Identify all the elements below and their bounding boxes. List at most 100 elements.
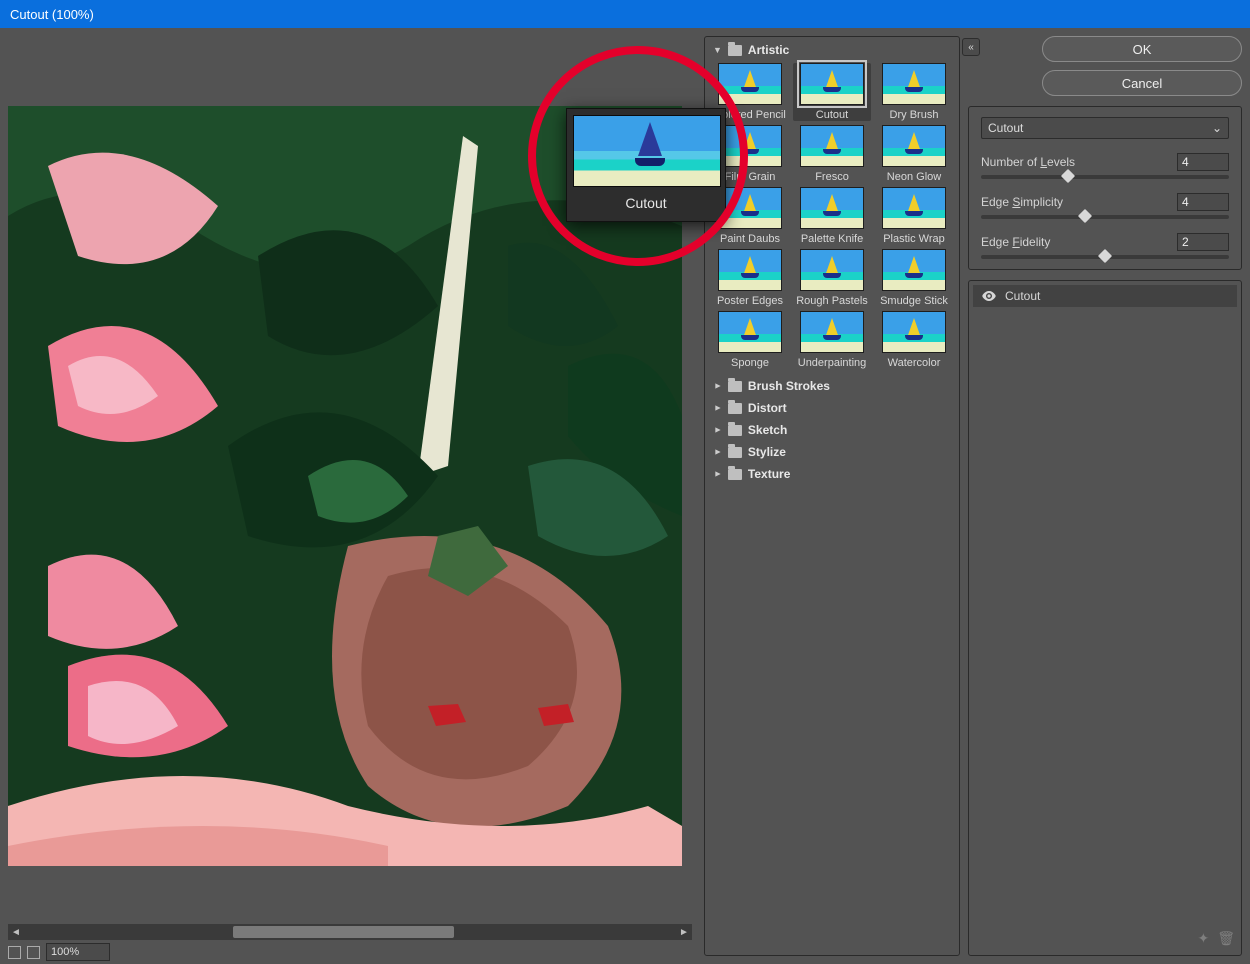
slider-knob[interactable] xyxy=(1078,209,1092,223)
controls-column: « OK Cancel Cutout ⌄ Number of Levels xyxy=(964,28,1250,964)
category-label: Texture xyxy=(748,467,790,481)
param-simplicity-slider[interactable] xyxy=(981,215,1229,219)
filter-thumb-rough-pastels[interactable]: Rough Pastels xyxy=(793,249,871,307)
cancel-button[interactable]: Cancel xyxy=(1042,70,1242,96)
thumb-image xyxy=(882,63,946,105)
thumb-image xyxy=(718,63,782,105)
filter-thumb-neon-glow[interactable]: Neon Glow xyxy=(875,125,953,183)
filter-thumb-fresco[interactable]: Fresco xyxy=(793,125,871,183)
folder-icon xyxy=(728,45,742,56)
filter-gallery-column: ▼ Artistic Colored PencilCutoutDry Brush… xyxy=(700,28,964,964)
thumb-image xyxy=(800,187,864,229)
effect-layer-name: Cutout xyxy=(1005,289,1040,303)
category-artistic-header[interactable]: ▼ Artistic xyxy=(707,39,957,61)
thumb-image xyxy=(718,187,782,229)
folder-icon xyxy=(728,447,742,458)
folder-icon xyxy=(728,425,742,436)
filter-thumb-plastic-wrap[interactable]: Plastic Wrap xyxy=(875,187,953,245)
zoom-out-icon[interactable] xyxy=(8,946,21,959)
scroll-right-arrow-icon[interactable]: ► xyxy=(676,924,692,940)
filter-tooltip: Cutout xyxy=(566,108,726,222)
scroll-left-arrow-icon[interactable]: ◄ xyxy=(8,924,24,940)
category-label: Sketch xyxy=(748,423,787,437)
zoom-in-icon[interactable] xyxy=(27,946,40,959)
disclosure-triangle-icon: ▼ xyxy=(713,45,722,55)
effect-layers-panel: Cutout ✦ 🗑 xyxy=(968,280,1242,956)
param-fidelity-input[interactable] xyxy=(1177,233,1229,251)
thumb-label: Underpainting xyxy=(793,357,871,369)
effect-layers-footer: ✦ 🗑 xyxy=(973,926,1237,951)
visibility-eye-icon[interactable] xyxy=(981,290,997,302)
tooltip-label: Cutout xyxy=(573,195,719,211)
category-label: Brush Strokes xyxy=(748,379,830,393)
filter-thumb-dry-brush[interactable]: Dry Brush xyxy=(875,63,953,121)
filter-thumb-sponge[interactable]: Sponge xyxy=(711,311,789,369)
filter-parameters-panel: Cutout ⌄ Number of Levels Edge Simplicit… xyxy=(968,106,1242,270)
param-levels-input[interactable] xyxy=(1177,153,1229,171)
param-levels-label: Number of Levels xyxy=(981,155,1075,169)
filter-gallery-panel: ▼ Artistic Colored PencilCutoutDry Brush… xyxy=(704,36,960,956)
category-artistic-label: Artistic xyxy=(748,43,789,57)
thumb-label: Dry Brush xyxy=(875,109,953,121)
scrollbar-thumb[interactable] xyxy=(233,926,455,938)
thumb-label: Paint Daubs xyxy=(711,233,789,245)
delete-effect-layer-icon[interactable]: 🗑 xyxy=(1217,930,1235,947)
window-title: Cutout (100%) xyxy=(10,7,94,22)
param-simplicity-input[interactable] xyxy=(1177,193,1229,211)
category-brush-strokes-header[interactable]: ▼Brush Strokes xyxy=(707,375,957,397)
filter-thumb-watercolor[interactable]: Watercolor xyxy=(875,311,953,369)
new-effect-layer-icon[interactable]: ✦ xyxy=(1197,930,1209,947)
folder-icon xyxy=(728,403,742,414)
dialog-buttons: OK Cancel xyxy=(968,36,1242,96)
panel-collapse-icon[interactable]: « xyxy=(962,38,980,56)
category-label: Distort xyxy=(748,401,787,415)
zoom-bar xyxy=(0,940,700,964)
category-sketch-header[interactable]: ▼Sketch xyxy=(707,419,957,441)
preview-pane: Cutout ◄ ► xyxy=(0,28,700,964)
thumb-image xyxy=(882,187,946,229)
thumb-label: Poster Edges xyxy=(711,295,789,307)
slider-knob[interactable] xyxy=(1098,249,1112,263)
thumb-image xyxy=(882,311,946,353)
filter-thumb-underpainting[interactable]: Underpainting xyxy=(793,311,871,369)
app-body: Cutout ◄ ► ▼ Artistic Colored PencilCuto… xyxy=(0,28,1250,964)
disclosure-triangle-icon: ▼ xyxy=(712,470,722,479)
disclosure-triangle-icon: ▼ xyxy=(712,404,722,413)
zoom-input[interactable] xyxy=(46,943,110,961)
folder-icon xyxy=(728,469,742,480)
chevron-down-icon: ⌄ xyxy=(1212,121,1222,135)
param-simplicity-label: Edge Simplicity xyxy=(981,195,1063,209)
param-fidelity-slider[interactable] xyxy=(981,255,1229,259)
param-levels-slider[interactable] xyxy=(981,175,1229,179)
thumb-label: Smudge Stick xyxy=(875,295,953,307)
thumb-image xyxy=(800,311,864,353)
collapsed-categories: ▼Brush Strokes ▼ Distort ▼Sketch▼Stylize ▼ Te… xyxy=(707,375,957,485)
thumb-image xyxy=(718,249,782,291)
param-edge-fidelity: Edge Fidelity xyxy=(981,233,1229,259)
filter-thumb-smudge-stick[interactable]: Smudge Stick xyxy=(875,249,953,307)
thumb-label: Cutout xyxy=(793,109,871,121)
slider-knob[interactable] xyxy=(1061,169,1075,183)
filter-thumb-poster-edges[interactable]: Poster Edges xyxy=(711,249,789,307)
filter-thumb-palette-knife[interactable]: Palette Knife xyxy=(793,187,871,245)
thumb-label: Fresco xyxy=(793,171,871,183)
ok-button[interactable]: OK xyxy=(1042,36,1242,62)
param-edge-simplicity: Edge Simplicity xyxy=(981,193,1229,219)
effect-layer-row[interactable]: Cutout xyxy=(973,285,1237,307)
param-number-of-levels: Number of Levels xyxy=(981,153,1229,179)
filter-select-value: Cutout xyxy=(988,121,1023,135)
category-label: Stylize xyxy=(748,445,786,459)
horizontal-scrollbar[interactable]: ◄ ► xyxy=(8,924,692,940)
category-stylize-header[interactable]: ▼Stylize xyxy=(707,441,957,463)
thumb-image xyxy=(718,125,782,167)
filter-thumb-cutout[interactable]: Cutout xyxy=(793,63,871,121)
thumb-image xyxy=(882,125,946,167)
thumb-image xyxy=(800,249,864,291)
thumb-label: Neon Glow xyxy=(875,171,953,183)
category-distort-header[interactable]: ▼ Distort xyxy=(707,397,957,419)
filter-select[interactable]: Cutout ⌄ xyxy=(981,117,1229,139)
thumb-image xyxy=(800,125,864,167)
filter-thumbnail-grid: Colored PencilCutoutDry BrushFilm GrainF… xyxy=(707,61,957,375)
category-texture-header[interactable]: ▼ Texture xyxy=(707,463,957,485)
thumb-label: Rough Pastels xyxy=(793,295,871,307)
